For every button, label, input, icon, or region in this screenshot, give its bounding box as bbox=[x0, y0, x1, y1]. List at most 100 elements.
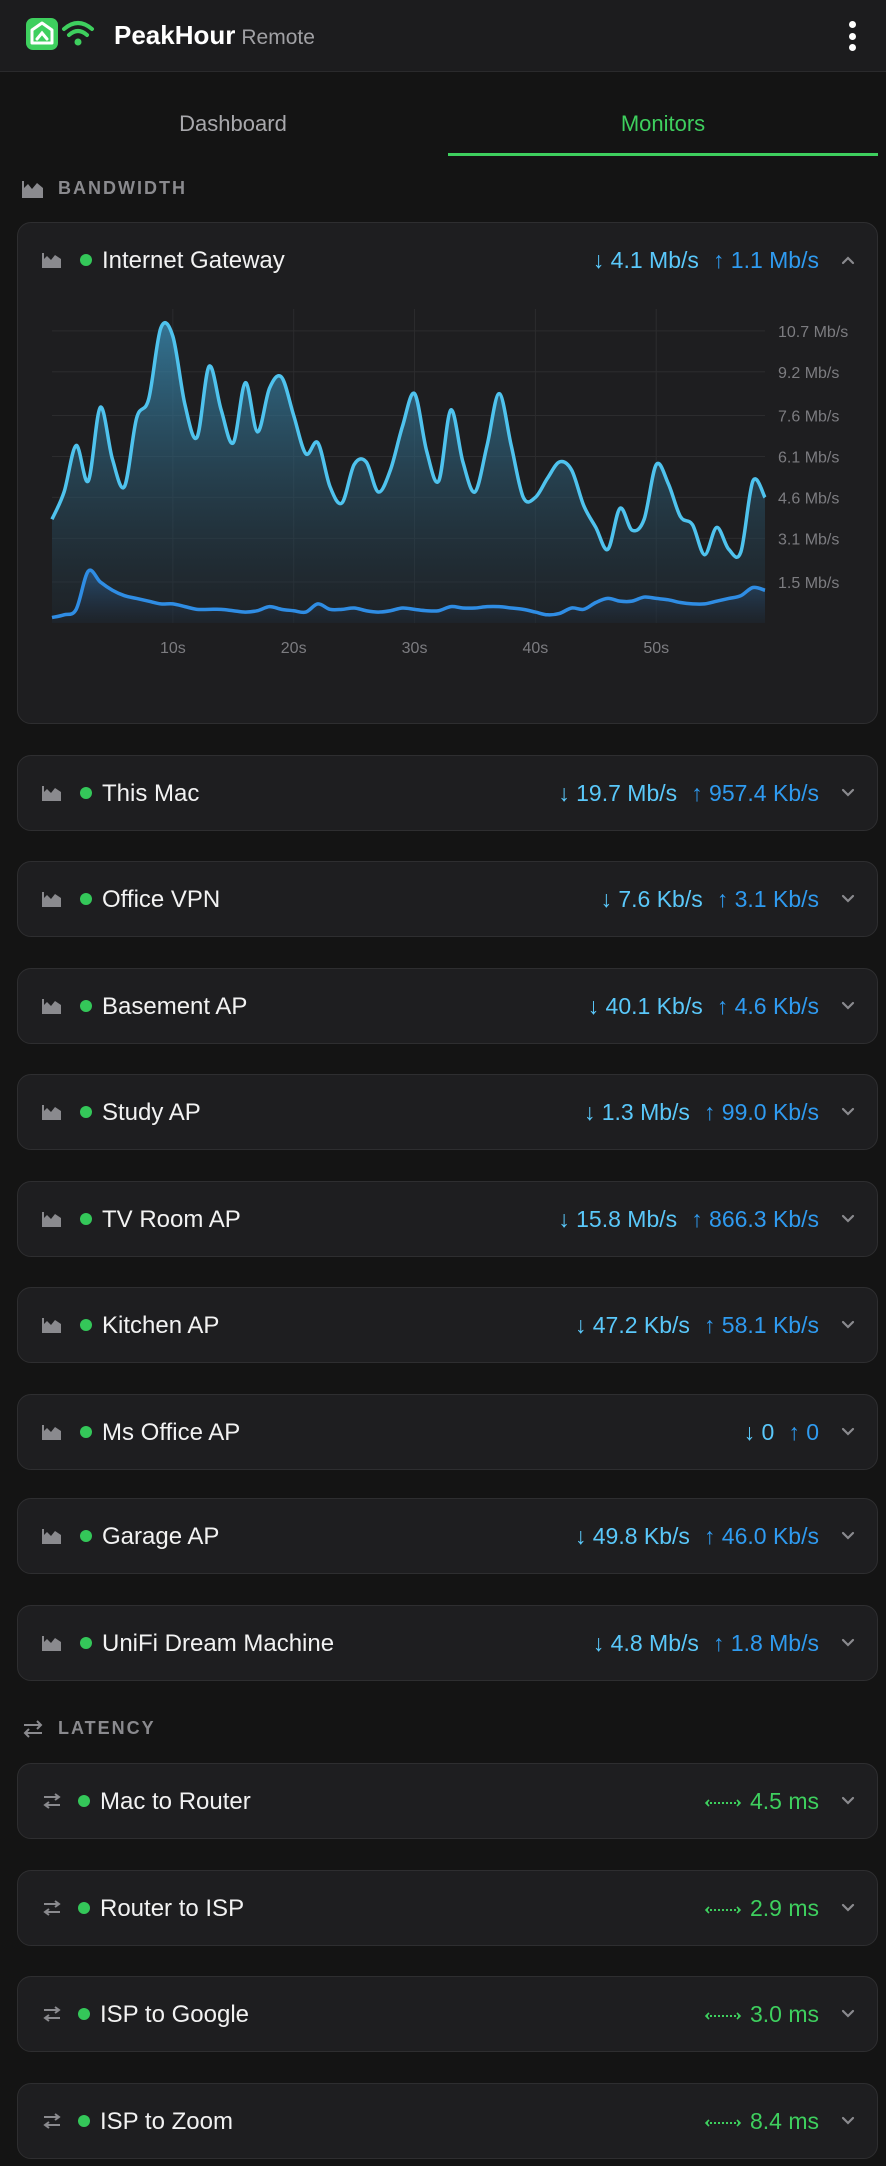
bandwidth-chart: 10.7 Mb/s 9.2 Mb/s 7.6 Mb/s 6.1 Mb/s 4.6 Mb/… bbox=[18, 293, 879, 683]
x-tick-label: 20s bbox=[281, 640, 307, 657]
download-rate: ↓ 47.2 Kb/s bbox=[574, 1312, 690, 1338]
more-menu-icon[interactable] bbox=[840, 18, 864, 54]
monitor-name: Basement AP bbox=[102, 993, 248, 1020]
area-chart-icon bbox=[42, 1425, 61, 1440]
download-rate: ↓ 1.3 Mb/s bbox=[583, 1099, 690, 1125]
monitor-name: Router to ISP bbox=[100, 1895, 245, 1922]
status-dot bbox=[78, 1795, 90, 1807]
bandwidth-monitor-card[interactable]: Internet Gateway ↓ 4.1 Mb/s ↑ 1.1 Mb/s 10.7… bbox=[17, 222, 878, 724]
status-dot bbox=[80, 1213, 92, 1225]
monitor-rates: ↓ 15.8 Mb/s ↑ 866.3 Kb/s bbox=[558, 1206, 819, 1233]
bandwidth-monitor-card[interactable]: Garage AP ↓ 49.8 Kb/s ↑ 46.0 Kb/s bbox=[17, 1498, 878, 1574]
download-rate: ↓ 4.1 Mb/s bbox=[592, 247, 699, 273]
latency-arrow-icon bbox=[704, 2012, 742, 2020]
arrows-exchange-icon bbox=[43, 2006, 61, 2022]
upload-rate: ↑ 1.1 Mb/s bbox=[712, 247, 819, 273]
download-rate: ↓ 19.7 Mb/s bbox=[558, 780, 678, 806]
monitor-rates: ↓ 47.2 Kb/s ↑ 58.1 Kb/s bbox=[575, 1312, 819, 1339]
upload-rate: ↑ 1.8 Mb/s bbox=[712, 1630, 819, 1656]
monitor-name: Mac to Router bbox=[100, 1788, 251, 1815]
chevron-down-icon[interactable] bbox=[841, 1318, 855, 1332]
status-dot bbox=[80, 787, 92, 799]
monitor-name: This Mac bbox=[102, 780, 200, 807]
tab-bar: Dashboard Monitors bbox=[0, 72, 886, 156]
y-tick-label: 7.6 Mb/s bbox=[778, 408, 839, 425]
latency-arrow-icon bbox=[704, 2119, 742, 2127]
monitor-name: ISP to Google bbox=[100, 2001, 249, 2028]
latency-arrow-icon bbox=[704, 1906, 742, 1914]
bandwidth-monitor-card[interactable]: Study AP ↓ 1.3 Mb/s ↑ 99.0 Kb/s bbox=[17, 1074, 878, 1150]
download-rate: ↓ 4.8 Mb/s bbox=[592, 1630, 699, 1656]
chevron-down-icon[interactable] bbox=[841, 892, 855, 906]
download-rate: ↓ 49.8 Kb/s bbox=[574, 1523, 690, 1549]
status-dot bbox=[80, 893, 92, 905]
monitor-rates: ↓ 19.7 Mb/s ↑ 957.4 Kb/s bbox=[558, 780, 819, 807]
chevron-down-icon[interactable] bbox=[841, 1425, 855, 1439]
monitor-rates: ↓ 4.8 Mb/s ↑ 1.8 Mb/s bbox=[593, 1630, 819, 1657]
chevron-down-icon[interactable] bbox=[841, 1636, 855, 1650]
status-dot bbox=[78, 2115, 90, 2127]
latency-monitor-card[interactable]: Mac to Router 4.5 ms bbox=[17, 1763, 878, 1839]
tab-dashboard[interactable]: Dashboard bbox=[18, 72, 448, 156]
app-title: PeakHour Remote bbox=[114, 20, 315, 51]
chevron-down-icon[interactable] bbox=[841, 1105, 855, 1119]
area-chart-icon bbox=[42, 1318, 61, 1333]
chevron-up-icon[interactable] bbox=[841, 253, 855, 267]
chevron-down-icon[interactable] bbox=[841, 2007, 855, 2021]
latency-monitor-card[interactable]: ISP to Zoom 8.4 ms bbox=[17, 2083, 878, 2159]
section-latency-label: LATENCY bbox=[58, 1718, 156, 1738]
latency-monitor-card[interactable]: Router to ISP 2.9 ms bbox=[17, 1870, 878, 1946]
monitor-rates: ↓ 4.1 Mb/s ↑ 1.1 Mb/s bbox=[593, 247, 819, 274]
monitor-name: Ms Office AP bbox=[102, 1419, 241, 1446]
upload-rate: ↑ 3.1 Kb/s bbox=[716, 886, 819, 912]
monitor-rates: ↓ 1.3 Mb/s ↑ 99.0 Kb/s bbox=[584, 1099, 819, 1126]
status-dot bbox=[80, 1106, 92, 1118]
chevron-down-icon[interactable] bbox=[841, 1901, 855, 1915]
arrows-exchange-icon bbox=[43, 1793, 61, 1809]
bandwidth-monitor-card[interactable]: Basement AP ↓ 40.1 Kb/s ↑ 4.6 Kb/s bbox=[17, 968, 878, 1044]
bandwidth-monitor-card[interactable]: UniFi Dream Machine ↓ 4.8 Mb/s ↑ 1.8 Mb/s bbox=[17, 1605, 878, 1681]
area-chart-icon bbox=[42, 1105, 61, 1120]
status-dot bbox=[78, 2008, 90, 2020]
area-chart-icon bbox=[22, 180, 43, 198]
bandwidth-monitor-card[interactable]: Ms Office AP ↓ 0 ↑ 0 bbox=[17, 1394, 878, 1470]
monitor-name: Study AP bbox=[102, 1099, 201, 1126]
x-tick-label: 40s bbox=[522, 640, 548, 657]
upload-rate: ↑ 0 bbox=[788, 1419, 819, 1445]
latency-readout: 8.4 ms bbox=[704, 2108, 819, 2135]
bandwidth-monitor-card[interactable]: Kitchen AP ↓ 47.2 Kb/s ↑ 58.1 Kb/s bbox=[17, 1287, 878, 1363]
area-chart-icon bbox=[42, 1529, 61, 1544]
monitor-name: Kitchen AP bbox=[102, 1312, 220, 1339]
latency-value: 4.5 ms bbox=[749, 1788, 819, 1814]
upload-rate: ↑ 866.3 Kb/s bbox=[691, 1206, 819, 1232]
chevron-down-icon[interactable] bbox=[841, 1794, 855, 1808]
y-tick-label: 3.1 Mb/s bbox=[778, 531, 839, 548]
tab-monitors[interactable]: Monitors bbox=[448, 72, 878, 156]
arrows-exchange-icon bbox=[23, 1719, 43, 1738]
latency-monitor-card[interactable]: ISP to Google 3.0 ms bbox=[17, 1976, 878, 2052]
latency-readout: 4.5 ms bbox=[704, 1788, 819, 1815]
y-tick-label: 1.5 Mb/s bbox=[778, 575, 839, 592]
monitor-name: UniFi Dream Machine bbox=[102, 1630, 335, 1657]
monitor-name: ISP to Zoom bbox=[100, 2108, 233, 2135]
status-dot bbox=[80, 254, 92, 266]
bandwidth-monitor-card[interactable]: Office VPN ↓ 7.6 Kb/s ↑ 3.1 Kb/s bbox=[17, 861, 878, 937]
upload-rate: ↑ 957.4 Kb/s bbox=[691, 780, 819, 806]
chevron-down-icon[interactable] bbox=[841, 2114, 855, 2128]
bandwidth-monitor-card[interactable]: This Mac ↓ 19.7 Mb/s ↑ 957.4 Kb/s bbox=[17, 755, 878, 831]
monitor-rates: ↓ 40.1 Kb/s ↑ 4.6 Kb/s bbox=[588, 993, 819, 1020]
monitor-name: Garage AP bbox=[102, 1523, 220, 1550]
chevron-down-icon[interactable] bbox=[841, 1212, 855, 1226]
status-dot bbox=[80, 1530, 92, 1542]
download-series-area bbox=[52, 322, 765, 623]
chevron-down-icon[interactable] bbox=[841, 999, 855, 1013]
bandwidth-monitor-card[interactable]: TV Room AP ↓ 15.8 Mb/s ↑ 866.3 Kb/s bbox=[17, 1181, 878, 1257]
monitor-rates: ↓ 49.8 Kb/s ↑ 46.0 Kb/s bbox=[575, 1523, 819, 1550]
chevron-down-icon[interactable] bbox=[841, 1529, 855, 1543]
section-latency: LATENCY bbox=[22, 1718, 156, 1739]
app-subtitle: Remote bbox=[241, 26, 315, 49]
download-rate: ↓ 40.1 Kb/s bbox=[587, 993, 703, 1019]
download-rate: ↓ 15.8 Mb/s bbox=[558, 1206, 678, 1232]
section-bandwidth: BANDWIDTH bbox=[22, 178, 187, 199]
chevron-down-icon[interactable] bbox=[841, 786, 855, 800]
